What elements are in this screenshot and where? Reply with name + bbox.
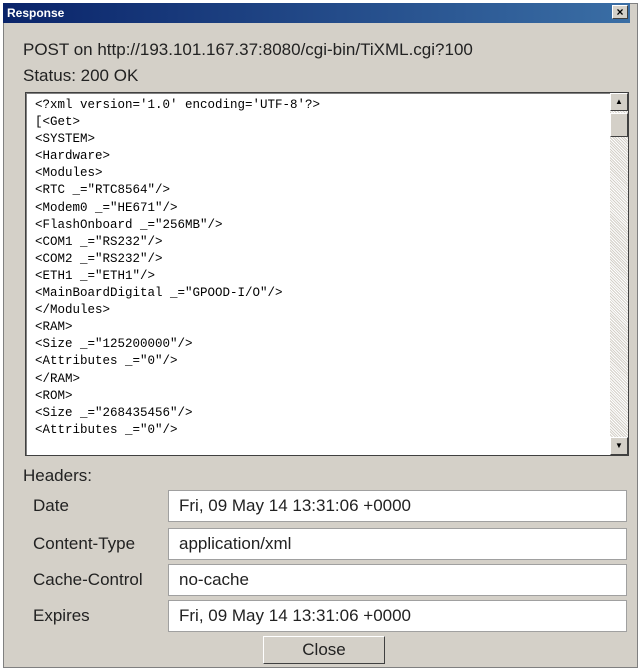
header-value-field[interactable]: no-cache (168, 564, 627, 596)
code-line: </RAM> (35, 371, 81, 386)
request-line: POST on http://193.101.167.37:8080/cgi-b… (23, 40, 473, 59)
code-line: [<Get> (35, 115, 81, 130)
header-value-field[interactable]: Fri, 09 May 14 13:31:06 +0000 (168, 490, 627, 522)
code-line: <FlashOnboard _="256MB"/> (35, 217, 223, 232)
code-line: <Modules> (35, 166, 103, 181)
header-value-field[interactable]: application/xml (168, 528, 627, 560)
code-line: <MainBoardDigital _="GPOOD-I/O"/> (35, 286, 283, 301)
close-icon[interactable]: × (612, 5, 628, 19)
code-line: <RAM> (35, 320, 73, 335)
header-row-expires: Expires Fri, 09 May 14 13:31:06 +0000 (0, 600, 641, 632)
header-row-date: Date Fri, 09 May 14 13:31:06 +0000 (0, 490, 641, 522)
header-key: Expires (33, 606, 90, 625)
close-button[interactable]: Close (263, 636, 385, 664)
code-line: <ETH1 _="ETH1"/> (35, 268, 156, 283)
headers-label: Headers: (23, 466, 92, 485)
code-line: <Size _="125200000"/> (35, 337, 193, 352)
code-line: <COM1 _="RS232"/> (35, 234, 163, 249)
scroll-thumb[interactable] (610, 113, 628, 137)
header-row-content-type: Content-Type application/xml (0, 528, 641, 560)
code-line: <Size _="268435456"/> (35, 405, 193, 420)
header-key: Content-Type (33, 534, 136, 553)
code-line: <COM2 _="RS232"/> (35, 251, 163, 266)
response-body-textarea[interactable]: <?xml version='1.0' encoding='UTF-8'?> [… (25, 92, 629, 456)
code-line: <?xml version='1.0' encoding='UTF-8'?> (35, 98, 321, 112)
code-line: </Modules> (35, 303, 111, 318)
scroll-down-arrow-icon[interactable]: ▼ (610, 437, 628, 455)
title-bar: Response × (3, 3, 630, 23)
code-line: <Hardware> (35, 149, 111, 164)
code-line: <Attributes _="0"/> (35, 354, 178, 369)
code-line: <RTC _="RTC8564"/> (35, 183, 171, 198)
code-line: <SYSTEM> (35, 132, 96, 147)
header-row-cache-control: Cache-Control no-cache (0, 564, 641, 596)
window-title: Response (7, 6, 65, 20)
status-line: Status: 200 OK (23, 66, 139, 85)
header-key: Cache-Control (33, 570, 143, 589)
code-line: <Attributes _="0"/> (35, 422, 178, 437)
response-body-text: <?xml version='1.0' encoding='UTF-8'?> [… (35, 97, 320, 439)
header-key: Date (33, 496, 69, 515)
header-value-field[interactable]: Fri, 09 May 14 13:31:06 +0000 (168, 600, 627, 632)
code-line: <Modem0 _="HE671"/> (35, 200, 178, 215)
code-line: <ROM> (35, 388, 73, 403)
vertical-scrollbar[interactable]: ▲ ▼ (610, 93, 628, 455)
scroll-up-arrow-icon[interactable]: ▲ (610, 93, 628, 111)
